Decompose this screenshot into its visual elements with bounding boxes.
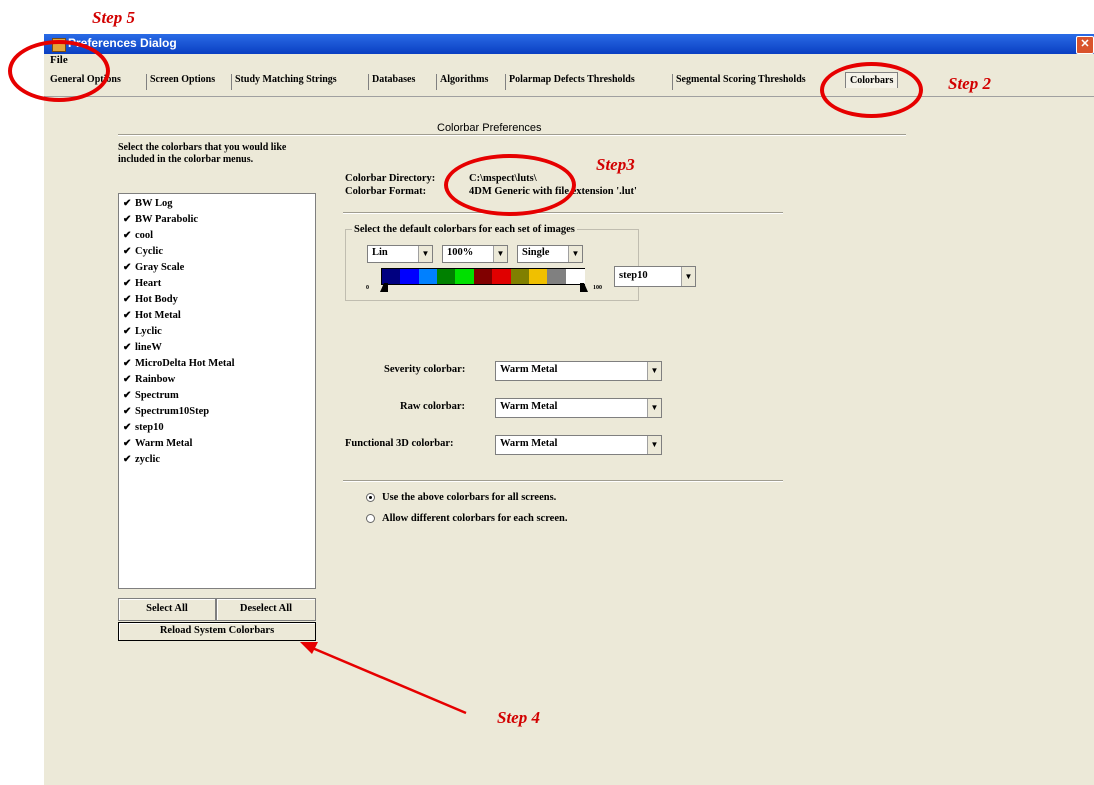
step4-arrow: [300, 642, 467, 715]
